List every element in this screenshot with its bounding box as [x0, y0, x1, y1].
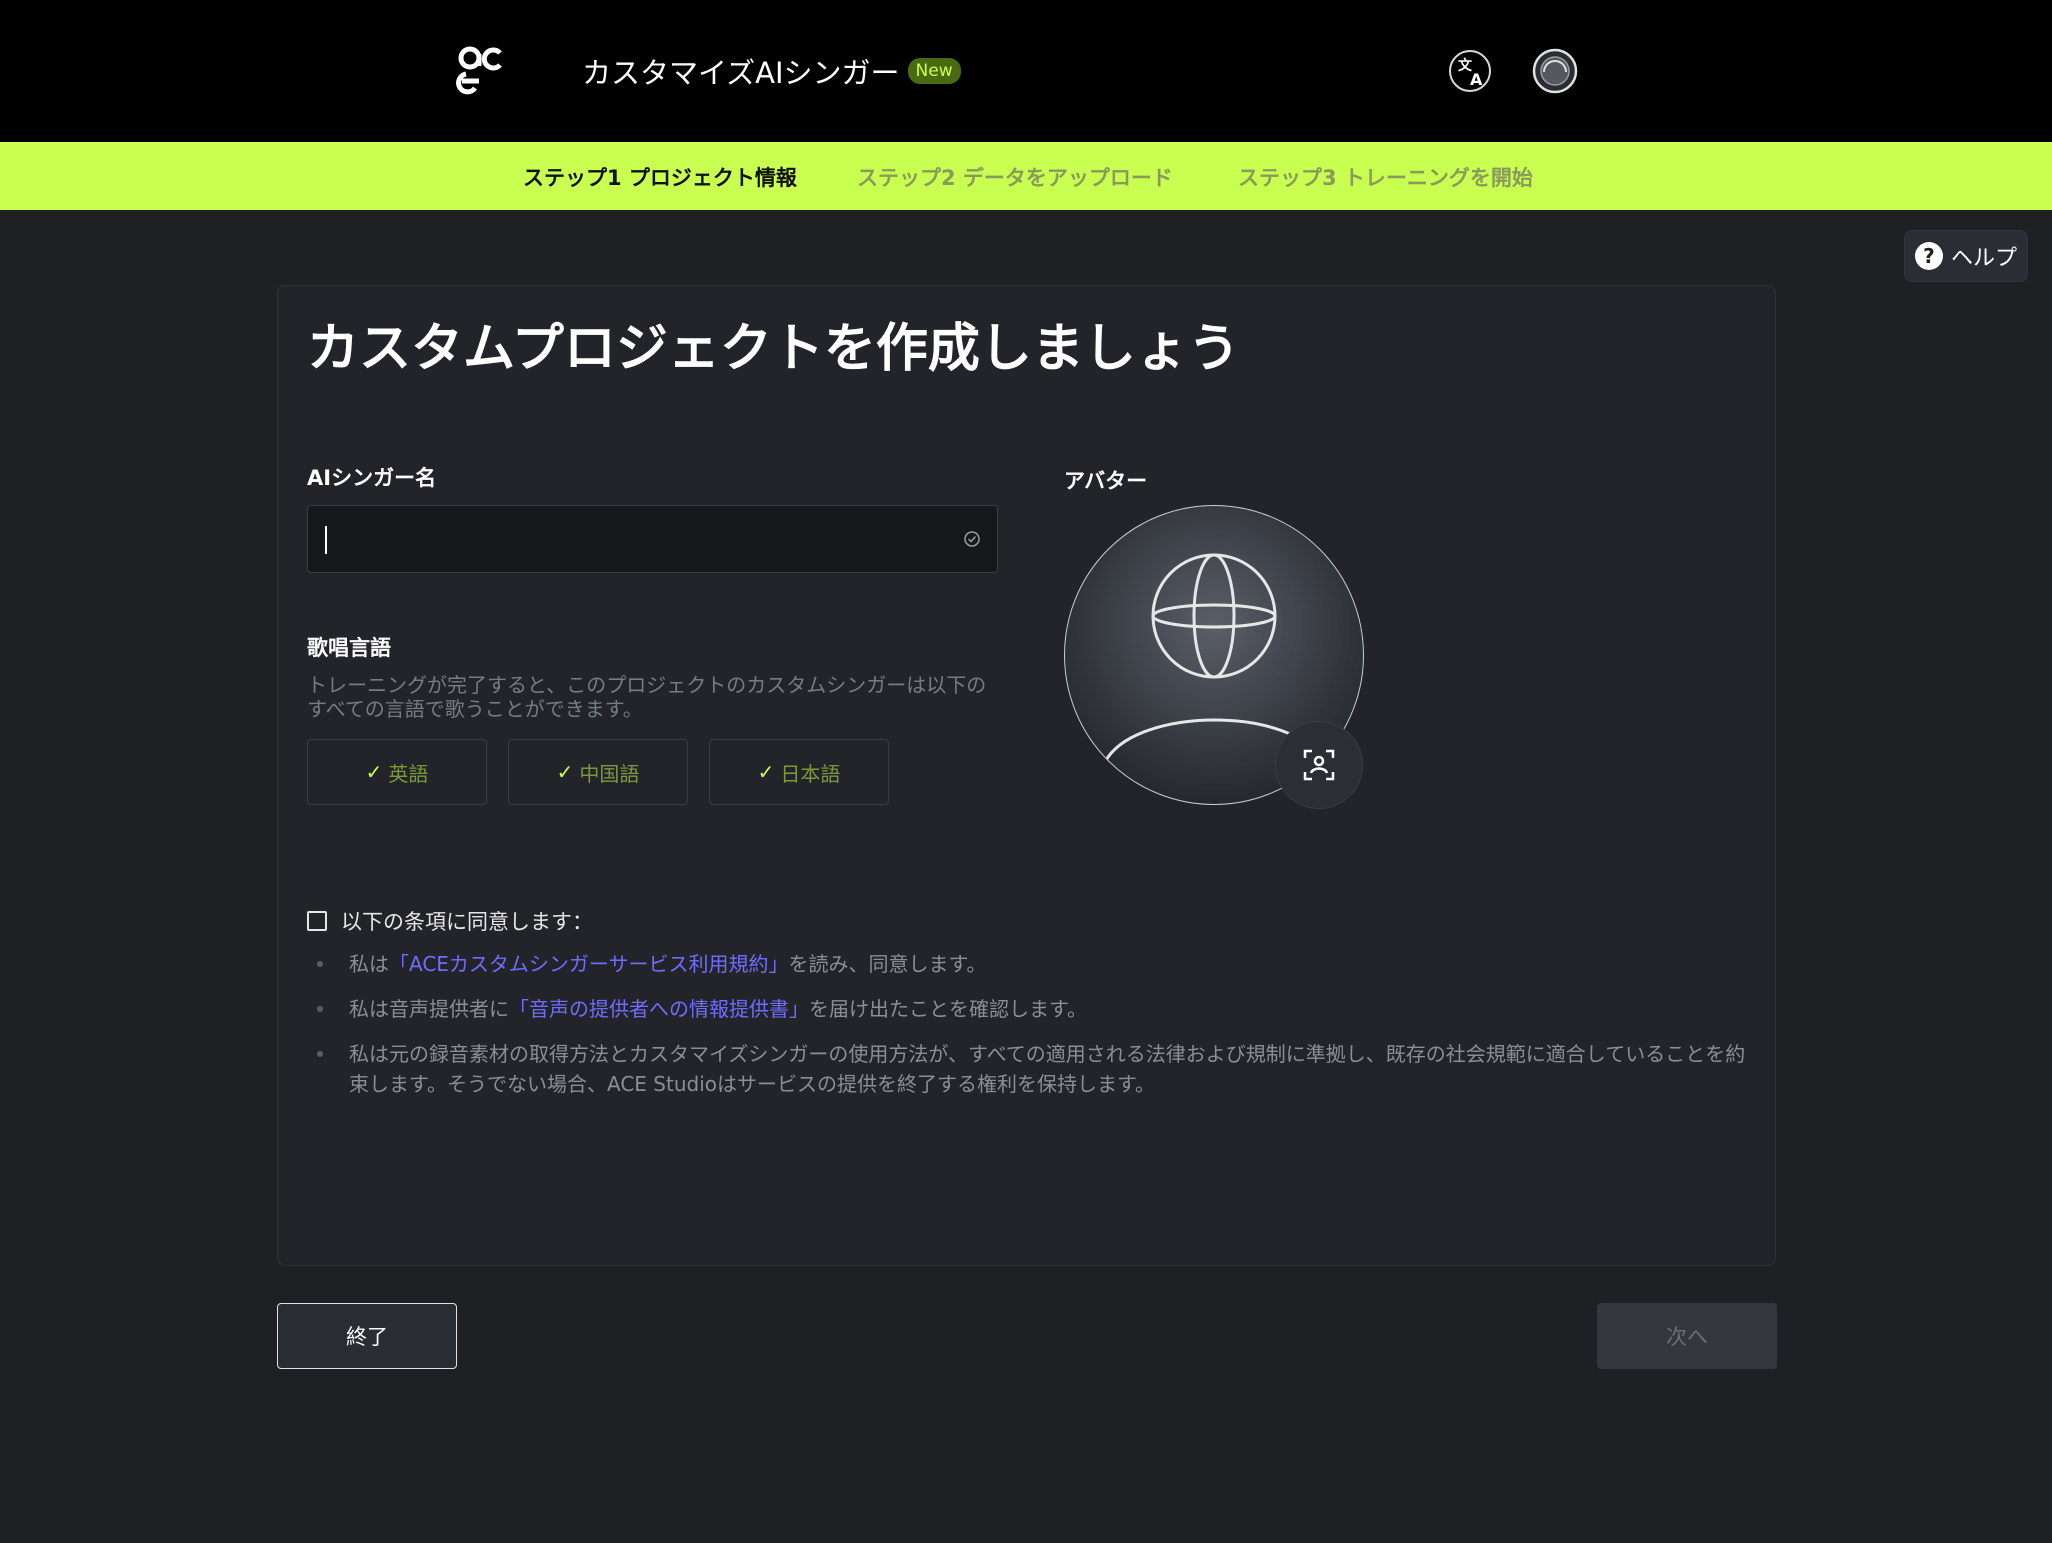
page-title: カスタムプロジェクトを作成しましょう [307, 319, 1240, 379]
terms-of-service-link[interactable]: 「ACEカスタムシンガーサービス利用規約」 [389, 952, 789, 976]
check-icon: ✓ [365, 760, 383, 784]
step-progress-bar: ステップ1 プロジェクト情報 ステップ2 データをアップロード ステップ3 トレ… [0, 142, 2052, 210]
account-icon[interactable] [1532, 48, 1578, 94]
step-3: ステップ3 トレーニングを開始 [1238, 166, 1533, 190]
top-header: カスタマイズAIシンガー New 文 A [0, 0, 2052, 142]
avatar-label: アバター [1064, 469, 1148, 493]
language-label-english: 英語 [388, 761, 429, 786]
translate-icon[interactable]: 文 A [1447, 48, 1493, 94]
language-option-chinese[interactable]: ✓ 中国語 [508, 739, 688, 805]
avatar-upload-button[interactable] [1275, 721, 1363, 809]
next-button[interactable]: 次へ [1597, 1303, 1777, 1369]
bullet-icon [317, 1051, 323, 1057]
voice-provider-info-link[interactable]: 「音声の提供者への情報提供書」 [509, 997, 809, 1021]
singer-name-field[interactable] [307, 505, 998, 574]
agree-checkbox[interactable] [307, 911, 327, 931]
check-circle-icon [964, 531, 980, 547]
app-title: カスタマイズAIシンガー New [582, 50, 961, 92]
term-1-prefix: 私は [349, 952, 389, 976]
app-title-text: カスタマイズAIシンガー [582, 56, 900, 90]
singer-name-input[interactable] [324, 506, 948, 574]
ace-logo[interactable] [456, 44, 508, 96]
new-badge: New [907, 58, 961, 84]
term-2-prefix: 私は音声提供者に [349, 997, 509, 1021]
bullet-icon [317, 961, 323, 967]
term-2-suffix: を届け出たことを確認します。 [809, 997, 1087, 1021]
question-icon: ? [1914, 242, 1943, 270]
language-label: 歌唱言語 [307, 636, 391, 660]
help-label: ヘルプ [1950, 246, 2017, 271]
bullet-icon [317, 1006, 323, 1012]
language-description: トレーニングが完了すると、このプロジェクトのカスタムシンガーは以下のすべての言語… [307, 673, 987, 721]
check-icon: ✓ [757, 760, 775, 784]
language-option-english[interactable]: ✓ 英語 [307, 739, 487, 805]
agree-row[interactable]: 以下の条項に同意します： [307, 906, 593, 936]
svg-text:A: A [1470, 70, 1483, 89]
term-1-suffix: を読み、同意します。 [788, 952, 987, 976]
exit-button[interactable]: 終了 [277, 1303, 457, 1369]
term-text-3: 私は元の録音素材の取得方法とカスタマイズシンガーの使用方法が、すべての適用される… [349, 1042, 1746, 1096]
image-upload-icon [1303, 749, 1335, 781]
help-button[interactable]: ? ヘルプ [1904, 230, 2028, 282]
agree-label: 以下の条項に同意します： [341, 910, 593, 934]
language-label-chinese: 中国語 [579, 761, 640, 786]
language-label-japanese: 日本語 [780, 761, 841, 786]
step-1: ステップ1 プロジェクト情報 [523, 166, 797, 190]
term-text-2: 私は音声提供者に「音声の提供者への情報提供書」を届け出たことを確認します。 [349, 994, 1749, 1024]
singer-name-label: AIシンガー名 [307, 466, 437, 490]
project-card [277, 285, 1776, 1266]
text-caret [325, 526, 327, 554]
term-text-1: 私は「ACEカスタムシンガーサービス利用規約」を読み、同意します。 [349, 949, 1749, 979]
step-2: ステップ2 データをアップロード [857, 166, 1173, 190]
language-option-japanese[interactable]: ✓ 日本語 [709, 739, 889, 805]
check-icon: ✓ [556, 760, 574, 784]
